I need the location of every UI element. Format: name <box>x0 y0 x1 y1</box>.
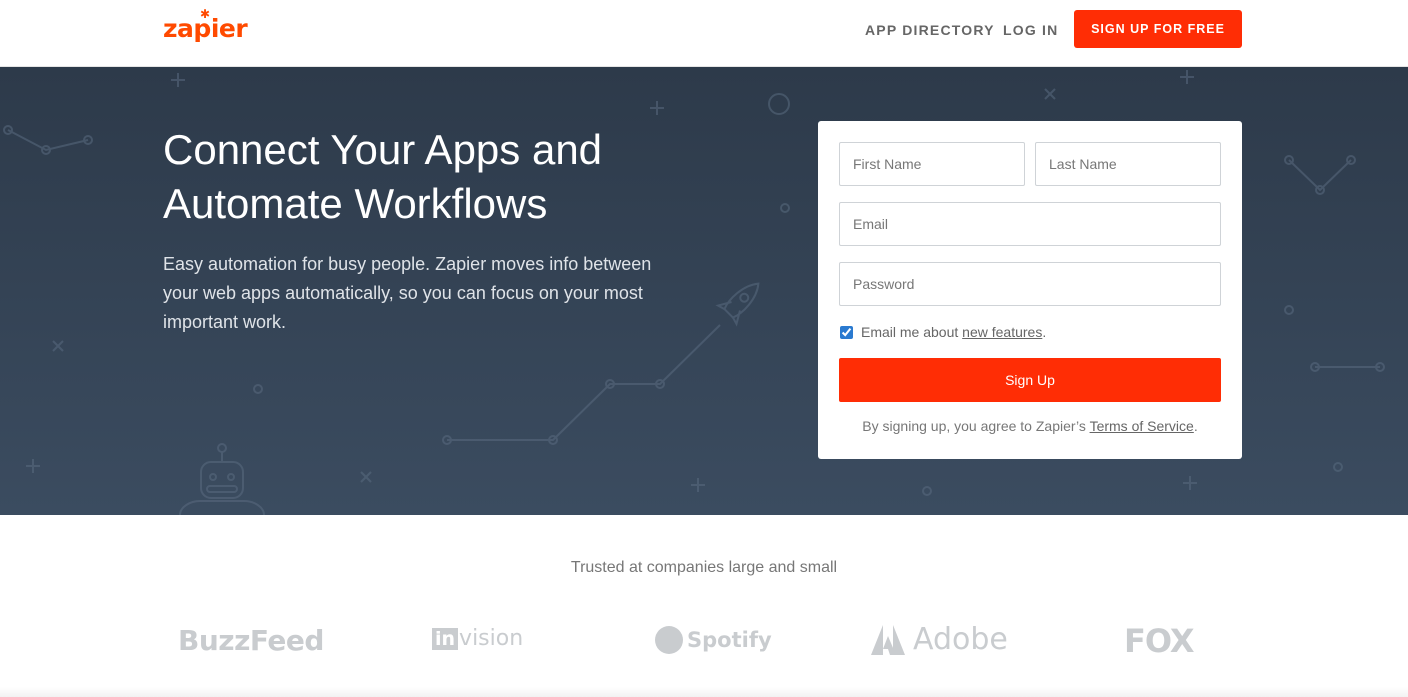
nav-log-in-link[interactable]: LOG IN <box>1003 22 1058 38</box>
plus-icon <box>650 101 664 115</box>
circle-icon <box>780 203 790 213</box>
adobe-icon <box>871 624 905 655</box>
circle-icon <box>253 384 263 394</box>
circle-icon <box>768 93 790 115</box>
terms-of-service-link[interactable]: Terms of Service <box>1090 418 1194 434</box>
terms-prefix: By signing up, you agree to Zapier’s <box>862 418 1090 434</box>
new-features-link[interactable]: new features <box>962 324 1042 340</box>
spotify-icon <box>655 626 683 654</box>
invision-logo: in vision <box>432 626 523 651</box>
hero-headline: Connect Your Apps and Automate Workflows <box>163 126 603 227</box>
email-optin-suffix: . <box>1042 324 1047 340</box>
spotify-logo: Spotify <box>655 626 772 654</box>
plus-icon <box>26 459 40 473</box>
top-navigation-bar: zapier ✱ APP DIRECTORY LOG IN SIGN UP FO… <box>0 0 1408 67</box>
adobe-logo-text: Adobe <box>913 622 1008 657</box>
asterisk-icon: ✱ <box>200 7 210 21</box>
first-name-input[interactable] <box>839 142 1025 186</box>
circle-icon <box>922 486 932 496</box>
sign-up-button[interactable]: Sign Up <box>839 358 1221 402</box>
signup-form-card: Email me about new features. Sign Up By … <box>818 121 1242 459</box>
rocket-icon <box>715 282 760 327</box>
plus-icon <box>1180 70 1194 84</box>
trusted-heading: Trusted at companies large and small <box>570 559 838 576</box>
adobe-logo: Adobe <box>871 622 1008 657</box>
password-input[interactable] <box>839 262 1221 306</box>
sign-up-for-free-button[interactable]: SIGN UP FOR FREE <box>1074 10 1242 48</box>
plus-icon <box>171 73 185 87</box>
email-optin-row: Email me about new features. <box>840 324 1046 340</box>
bottom-edge <box>0 687 1408 697</box>
terms-suffix: . <box>1193 418 1198 434</box>
company-logos: BuzzFeed in vision Spotify Adobe FOX <box>0 620 1408 670</box>
circle-icon <box>1284 305 1294 315</box>
buzzfeed-logo: BuzzFeed <box>178 624 324 657</box>
zapier-logo[interactable]: zapier ✱ <box>163 7 248 43</box>
plus-icon <box>691 478 705 492</box>
email-optin-checkbox[interactable] <box>840 325 853 339</box>
cross-icon <box>360 471 372 483</box>
hero-section: Connect Your Apps and Automate Workflows… <box>0 67 1408 515</box>
invision-logo-rest: vision <box>459 626 524 651</box>
circle-icon <box>1333 462 1343 472</box>
terms-notice: By signing up, you agree to Zapier’s Ter… <box>818 418 1242 434</box>
plus-icon <box>1183 476 1197 490</box>
invision-logo-in: in <box>432 627 459 650</box>
hero-subtext: Easy automation for busy people. Zapier … <box>163 254 652 332</box>
email-optin-prefix: Email me about <box>861 324 959 340</box>
email-input[interactable] <box>839 202 1221 246</box>
nav-app-directory-link[interactable]: APP DIRECTORY <box>865 22 995 38</box>
last-name-input[interactable] <box>1035 142 1221 186</box>
cross-icon <box>1044 88 1056 100</box>
fox-logo: FOX <box>1124 622 1195 660</box>
robot-icon <box>179 443 265 515</box>
cross-icon <box>52 340 64 352</box>
spotify-logo-text: Spotify <box>687 628 772 652</box>
